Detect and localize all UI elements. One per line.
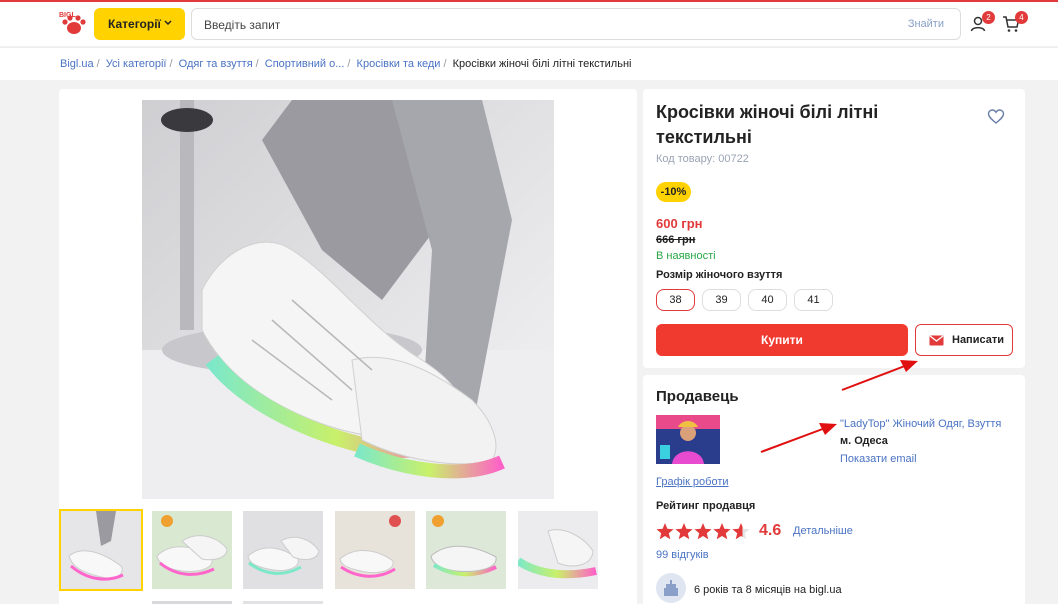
size-option-41[interactable]: 41 [794,289,833,311]
product-thumbnail[interactable] [426,511,506,589]
product-price: 600 грн [656,216,703,231]
user-account-button[interactable]: 2 [969,11,995,33]
breadcrumb-separator: / [443,58,447,70]
product-gallery [59,89,637,604]
seller-title: Продавець [656,388,739,405]
cake-icon [656,573,686,603]
cart-button[interactable]: 4 [1002,11,1028,33]
breadcrumb-clothing[interactable]: Одяг та взуття [179,58,253,70]
seller-years: 6 років та 8 місяців на bigl.ua [694,584,842,596]
star-icon [694,523,712,540]
search-button[interactable]: Знайти [908,18,944,30]
star-icon [675,523,693,540]
seller-avatar[interactable] [656,415,720,464]
chevron-down-icon [164,20,172,26]
seller-card: Продавець "LadyTop" Жіночий Одяг, Взуття… [643,375,1025,604]
seller-name-link[interactable]: "LadyTop" Жіночий Одяг, Взуття [840,418,1001,430]
discount-badge: -10% [656,182,691,202]
heart-icon[interactable] [987,108,1005,126]
star-icon [732,523,750,540]
stock-status: В наявності [656,250,716,262]
breadcrumb-separator: / [96,58,100,70]
reviews-count-link[interactable]: 99 відгуків [656,549,709,561]
product-thumbnail[interactable] [243,511,323,589]
write-message-label: Написати [952,334,1004,346]
seller-rating-label: Рейтинг продавця [656,500,756,512]
breadcrumb-separator: / [169,58,173,70]
breadcrumb-all-categories[interactable]: Усі категорії [106,58,167,70]
breadcrumb-separator: / [255,58,259,70]
categories-button[interactable]: Категорії [94,8,185,40]
site-header: BIGL Категорії Знайти 2 4 [0,2,1058,46]
product-info-card: Кросівки жіночі білі літні текстильні Ко… [643,89,1025,368]
star-icon [656,523,674,540]
search-bar: Знайти [191,8,961,40]
size-label: Розмір жіночого взуття [656,269,783,281]
product-thumbnail[interactable] [335,511,415,589]
breadcrumb-separator: / [347,58,351,70]
size-option-39[interactable]: 39 [702,289,741,311]
breadcrumb-sneakers[interactable]: Кросівки та кеди [357,58,441,70]
star-icon [713,523,731,540]
user-badge: 2 [982,11,995,24]
rating-stars [656,523,750,540]
size-option-40[interactable]: 40 [748,289,787,311]
breadcrumb: Bigl.ua / Усі категорії / Одяг та взуття / … [60,58,631,70]
product-sku: Код товару: 00722 [656,153,749,165]
bigl-logo[interactable]: BIGL [58,8,90,36]
seller-city: м. Одеса [840,435,888,447]
product-old-price: 666 грн [656,234,696,246]
cart-badge: 4 [1015,11,1028,24]
show-email-link[interactable]: Показати email [840,453,917,465]
envelope-icon [929,335,944,346]
rating-details-link[interactable]: Детальніше [793,525,853,537]
product-thumbnail[interactable] [59,509,143,591]
product-thumbnail[interactable] [518,511,598,589]
size-selector: 38 39 40 41 [656,289,833,311]
breadcrumb-home[interactable]: Bigl.ua [60,58,94,70]
product-main-photo[interactable] [142,100,554,499]
breadcrumb-bar: Bigl.ua / Усі категорії / Одяг та взуття / … [0,47,1058,80]
work-schedule-link[interactable]: Графік роботи [656,476,729,488]
product-title: Кросівки жіночі білі літні текстильні [656,102,879,147]
search-input[interactable] [204,16,884,34]
buy-button[interactable]: Купити [656,324,908,356]
breadcrumb-sport[interactable]: Спортивний о... [265,58,345,70]
categories-label: Категорії [108,17,161,31]
size-option-38[interactable]: 38 [656,289,695,311]
product-thumbnail[interactable] [152,511,232,589]
breadcrumb-current: Кросівки жіночі білі літні текстильні [452,58,632,70]
seller-rating-value: 4.6 [759,522,782,539]
write-message-button[interactable]: Написати [915,324,1013,356]
